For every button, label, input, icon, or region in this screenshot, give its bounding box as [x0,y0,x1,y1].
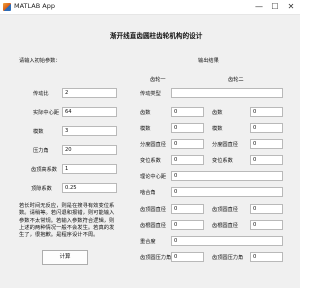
teeth-count-label-2: 齿数 [212,110,223,116]
drive-type-label: 传动类型 [140,91,161,97]
theoretical-center-distance-output: 0 [171,171,283,181]
shift-coefficient-output-2: 0 [250,155,283,165]
pressure-angle-input[interactable]: 20 [62,145,117,155]
pitch-diameter-output-1: 0 [171,139,204,149]
transmission-ratio-input[interactable]: 2 [62,88,117,98]
meshing-angle-output: 0 [171,187,283,197]
clearance-coefficient-input[interactable]: 0.25 [62,183,117,193]
module-output-1: 0 [171,123,204,133]
tip-diameter-label-2: 齿顶圆直径 [212,207,238,213]
contact-ratio-label: 重合度 [140,239,156,245]
tip-diameter-output-1: 0 [171,204,204,214]
module-label-2: 模数 [212,126,223,132]
drive-type-output [171,88,283,98]
addendum-coefficient-input[interactable]: 1 [62,164,117,174]
maximize-button[interactable]: ☐ [267,1,283,13]
teeth-count-output-2: 0 [250,107,283,117]
shift-coefficient-label-1: 变位系数 [140,158,161,164]
pressure-angle-label: 压力角 [33,148,49,154]
root-diameter-label-1: 齿根圆直径 [140,223,166,229]
pitch-diameter-label-2: 分度圆直径 [212,142,238,148]
input-heading: 请输入初始参数： [19,58,61,64]
window-title: MATLAB App [14,2,55,10]
meshing-angle-label: 啮合角 [140,190,156,196]
module-input[interactable]: 3 [62,126,117,136]
window-titlebar: MATLAB App — ☐ ✕ [0,0,300,15]
transmission-ratio-label: 传动比 [33,91,49,97]
module-label: 模数 [33,129,44,135]
gear-one-header: 齿轮一 [150,77,166,83]
theoretical-center-distance-label: 理论中心距 [140,174,166,180]
tip-diameter-output-2: 0 [250,204,283,214]
module-label-1: 模数 [140,126,151,132]
page-title: 渐开线直齿圆柱齿轮机构的设计 [110,32,203,40]
contact-ratio-output: 0 [171,236,283,246]
tip-diameter-label-1: 齿顶圆直径 [140,207,166,213]
tip-pressure-angle-output-1: 0 [171,252,204,262]
actual-center-distance-input[interactable]: 64 [62,107,117,117]
root-diameter-output-1: 0 [171,220,204,230]
close-button[interactable]: ✕ [283,1,299,13]
minimize-button[interactable]: — [251,1,267,13]
actual-center-distance-label: 实际中心距 [33,110,59,116]
pitch-diameter-label-1: 分度圆直径 [140,142,166,148]
calculate-button[interactable]: 计算 [42,250,88,265]
gear-two-header: 齿轮二 [228,77,244,83]
tip-pressure-angle-label-1: 齿顶圆压力角 [140,255,172,261]
root-diameter-output-2: 0 [250,220,283,230]
pitch-diameter-output-2: 0 [250,139,283,149]
matlab-logo-icon [3,3,11,11]
module-output-2: 0 [250,123,283,133]
output-heading: 输出结果 [198,58,219,64]
root-diameter-label-2: 齿根圆直径 [212,223,238,229]
shift-coefficient-output-1: 0 [171,155,204,165]
notice-text: 若长时间无反应，则是在搜寻有效变位系数。请稍等。若闪退和报错，则可能输入参数不太… [19,203,115,239]
addendum-coefficient-label: 齿顶高系数 [31,167,57,173]
teeth-count-label-1: 齿数 [140,110,151,116]
tip-pressure-angle-label-2: 齿顶圆压力角 [212,255,244,261]
tip-pressure-angle-output-2: 0 [250,252,283,262]
clearance-coefficient-label: 顶隙系数 [31,186,52,192]
teeth-count-output-1: 0 [171,107,204,117]
shift-coefficient-label-2: 变位系数 [212,158,233,164]
